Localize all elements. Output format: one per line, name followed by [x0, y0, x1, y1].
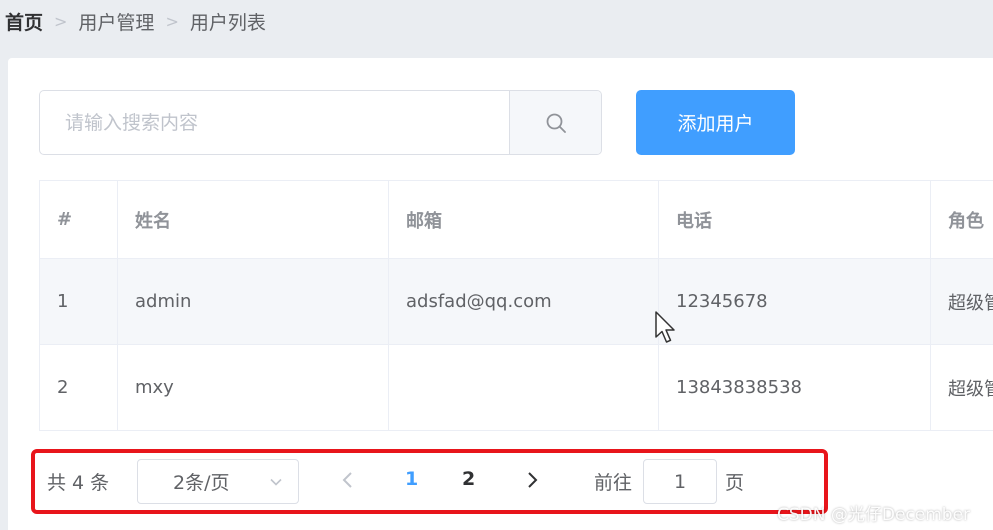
cell-name: admin: [117, 258, 389, 345]
page-suffix-label: 页: [725, 472, 745, 494]
column-header-role: 角色: [930, 180, 993, 259]
table-row[interactable]: 1 admin adsfad@qq.com 12345678 超级管: [39, 258, 993, 345]
column-header-name: 姓名: [117, 180, 389, 259]
add-user-button[interactable]: 添加用户: [636, 90, 795, 155]
cell-email: [388, 344, 659, 431]
column-header-email: 邮箱: [388, 180, 659, 259]
watermark: CSDN @光仔December: [777, 505, 971, 525]
breadcrumb-user-list: 用户列表: [189, 11, 266, 34]
user-table: # 姓名 邮箱 电话 角色 1 admin adsfad@qq.com 1234…: [39, 180, 993, 431]
cell-role: 超级管: [930, 258, 993, 345]
search-button[interactable]: [509, 91, 601, 154]
page-number-1[interactable]: 1: [405, 468, 418, 490]
breadcrumb-user-management: 用户管理: [78, 11, 155, 34]
breadcrumb-separator: >: [165, 11, 179, 31]
page-size-select[interactable]: 2条/页: [137, 459, 299, 504]
next-page-button[interactable]: [522, 469, 542, 491]
breadcrumb-home[interactable]: 首页: [5, 8, 43, 35]
cell-phone: 13843838538: [658, 344, 931, 431]
chevron-down-icon: [270, 478, 282, 486]
cell-email: adsfad@qq.com: [388, 258, 659, 345]
column-header-index: #: [39, 180, 118, 259]
breadcrumb-separator: >: [54, 11, 68, 31]
search-input[interactable]: [40, 91, 509, 154]
mouse-pointer-icon: [655, 311, 675, 343]
table-header-row: # 姓名 邮箱 电话 角色: [39, 180, 993, 259]
cell-index: 1: [39, 258, 118, 345]
page-number-2[interactable]: 2: [462, 468, 475, 490]
goto-page-input[interactable]: [643, 459, 717, 504]
pagination: 共 4 条 2条/页 1 2 前往 页: [31, 449, 828, 514]
page-size-value: 2条/页: [173, 472, 230, 494]
search-box: [39, 90, 602, 155]
page: 首页 > 用户管理 > 用户列表 添加用户 # 姓名: [0, 0, 993, 530]
cell-role: 超级管: [930, 344, 993, 431]
cell-index: 2: [39, 344, 118, 431]
cell-phone: 12345678: [658, 258, 931, 345]
pagination-total: 共 4 条: [47, 472, 110, 494]
search-icon: [546, 113, 566, 133]
prev-page-button[interactable]: [338, 469, 358, 491]
goto-label: 前往: [594, 472, 633, 494]
column-header-phone: 电话: [658, 180, 931, 259]
cell-name: mxy: [117, 344, 389, 431]
table-row[interactable]: 2 mxy 13843838538 超级管: [39, 344, 993, 431]
breadcrumb: 首页 > 用户管理 > 用户列表: [5, 6, 266, 36]
